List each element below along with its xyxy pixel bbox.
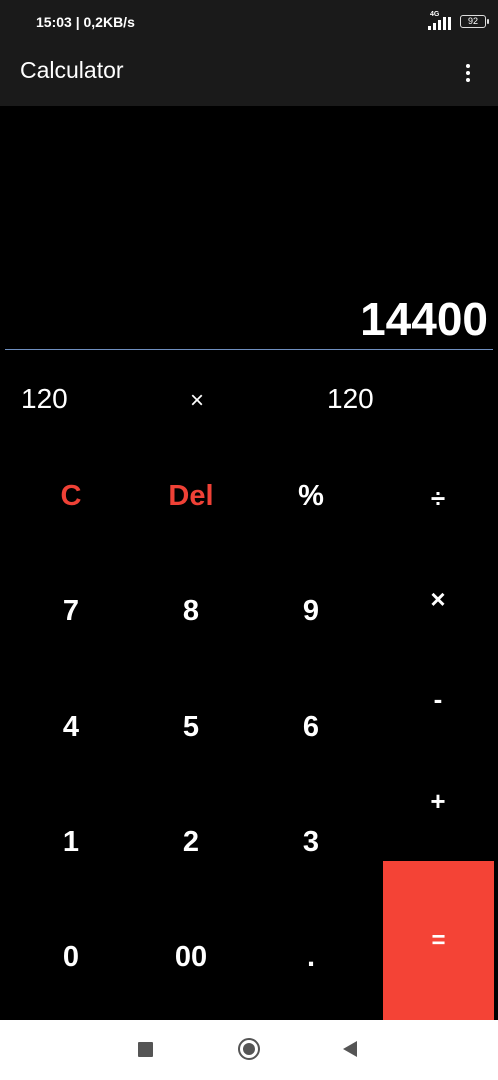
result-display: 14400 bbox=[360, 293, 488, 345]
menu-dot bbox=[466, 78, 470, 82]
clear-button[interactable]: C bbox=[16, 456, 126, 536]
multiply-button[interactable]: × bbox=[383, 559, 493, 639]
digit-9-button[interactable]: 9 bbox=[256, 571, 366, 651]
plus-button[interactable]: + bbox=[383, 761, 493, 841]
digit-6-button[interactable]: 6 bbox=[256, 687, 366, 767]
back-icon[interactable] bbox=[343, 1041, 357, 1057]
digit-2-button[interactable]: 2 bbox=[136, 802, 246, 882]
double-zero-button[interactable]: 00 bbox=[136, 917, 246, 997]
minus-button[interactable]: - bbox=[383, 659, 493, 739]
expression-operator: × bbox=[190, 387, 205, 414]
home-icon[interactable] bbox=[238, 1038, 260, 1060]
digit-3-button[interactable]: 3 bbox=[256, 802, 366, 882]
percent-button[interactable]: % bbox=[256, 456, 366, 536]
expression-operand-2: 120 bbox=[327, 383, 374, 414]
app-title: Calculator bbox=[20, 57, 124, 83]
digit-8-button[interactable]: 8 bbox=[136, 571, 246, 651]
status-time: 15:03 | 0,2KB/s bbox=[36, 14, 135, 30]
navigation-bar bbox=[0, 1020, 498, 1080]
menu-dot bbox=[466, 71, 470, 75]
digit-1-button[interactable]: 1 bbox=[16, 802, 126, 882]
expression-operand-1: 120 bbox=[21, 383, 68, 414]
equals-button[interactable]: = bbox=[383, 861, 494, 1020]
digit-4-button[interactable]: 4 bbox=[16, 687, 126, 767]
digit-5-button[interactable]: 5 bbox=[136, 687, 246, 767]
battery-level: 92 bbox=[467, 16, 478, 26]
digit-0-button[interactable]: 0 bbox=[16, 917, 126, 997]
status-bar: 15:03 | 0,2KB/s 4G 92 bbox=[0, 0, 498, 44]
app-bar: Calculator bbox=[0, 44, 498, 106]
display-divider bbox=[5, 349, 493, 350]
digit-7-button[interactable]: 7 bbox=[16, 571, 126, 651]
more-vert-icon[interactable] bbox=[456, 58, 480, 88]
delete-button[interactable]: Del bbox=[136, 456, 246, 536]
signal-icon bbox=[428, 17, 451, 30]
menu-dot bbox=[466, 64, 470, 68]
divide-button[interactable]: ÷ bbox=[383, 458, 493, 538]
recents-icon[interactable] bbox=[138, 1042, 153, 1057]
decimal-button[interactable]: . bbox=[256, 917, 366, 997]
battery-icon: 92 bbox=[460, 15, 489, 28]
